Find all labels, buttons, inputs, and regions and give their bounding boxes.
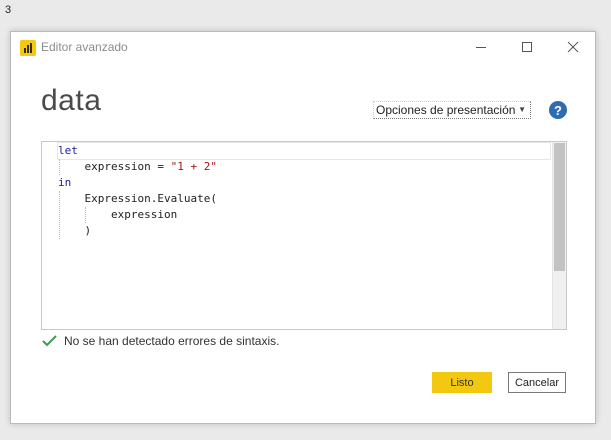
minimize-icon	[476, 47, 486, 48]
window-title: Editor avanzado	[41, 40, 128, 54]
title-bar: Editor avanzado	[11, 32, 595, 62]
code-line: let	[57, 142, 551, 160]
indent-guide	[85, 207, 86, 223]
maximize-button[interactable]	[512, 36, 542, 58]
vertical-scrollbar[interactable]	[552, 142, 566, 329]
close-icon	[567, 41, 579, 53]
indent-guide	[59, 191, 60, 239]
code-line: in	[58, 176, 72, 189]
help-icon[interactable]: ?	[549, 101, 567, 119]
code-lines: let expression = "1 + 2" in Expression.E…	[57, 142, 551, 239]
code-editor[interactable]: let expression = "1 + 2" in Expression.E…	[41, 141, 567, 330]
code-line: )	[58, 224, 92, 237]
corner-label: 3	[5, 4, 12, 16]
syntax-status: No se han detectado errores de sintaxis.	[42, 334, 279, 348]
scrollbar-thumb[interactable]	[554, 143, 565, 271]
minimize-button[interactable]	[466, 36, 496, 58]
query-title: data	[41, 84, 102, 117]
code-line: Expression.Evaluate(	[58, 192, 217, 205]
close-button[interactable]	[558, 36, 588, 58]
code-line: expression = "1 + 2"	[58, 160, 217, 173]
advanced-editor-dialog: Editor avanzado data Opciones de present…	[10, 31, 596, 424]
display-options-label: Opciones de presentación	[376, 103, 516, 117]
power-bi-logo-icon	[20, 40, 36, 56]
cancel-button[interactable]: Cancelar	[508, 372, 566, 393]
indent-guide	[59, 159, 60, 175]
done-button[interactable]: Listo	[432, 372, 492, 393]
syntax-status-message: No se han detectado errores de sintaxis.	[64, 334, 280, 348]
code-line: expression	[58, 208, 178, 221]
maximize-icon	[522, 42, 532, 52]
check-icon	[42, 335, 57, 347]
chevron-down-icon: ▼	[518, 105, 526, 114]
display-options-dropdown[interactable]: Opciones de presentación ▼	[373, 101, 531, 119]
